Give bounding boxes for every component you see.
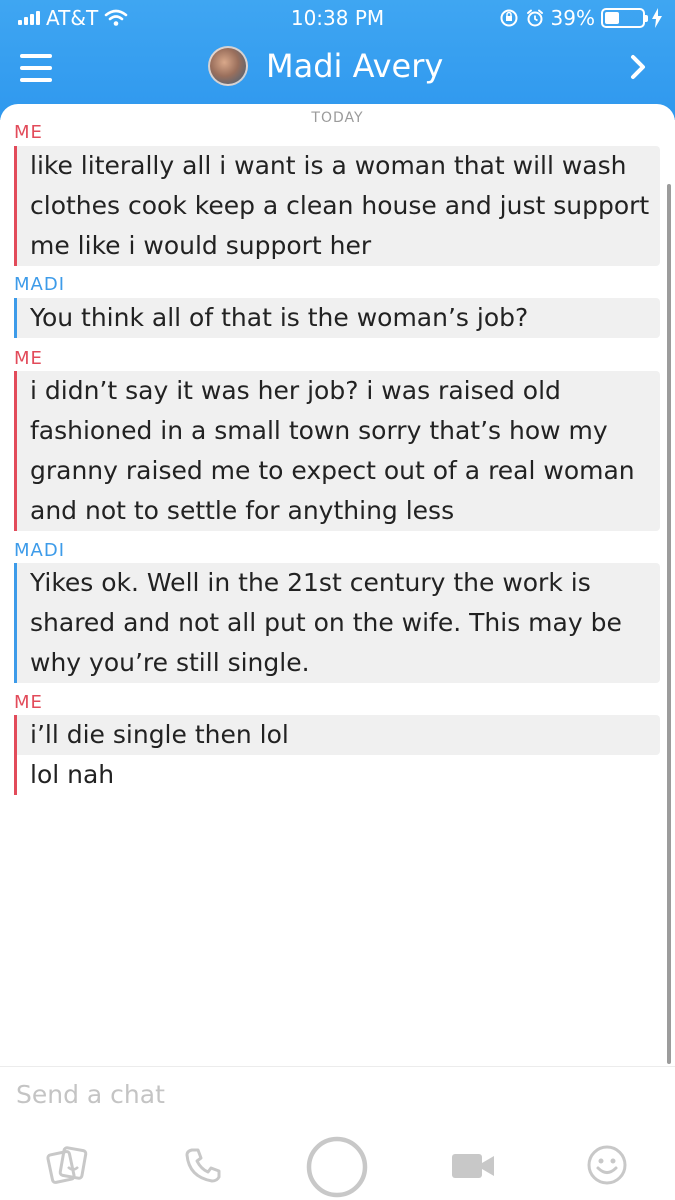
battery-percent: 39%: [550, 6, 595, 30]
battery-fill: [605, 12, 619, 24]
status-right: 39%: [499, 6, 663, 30]
camera-shutter-icon: [306, 1136, 368, 1198]
battery-icon: [601, 8, 648, 28]
chat-screen: AT&T 10:38 PM 39% Madi Avery TODAY ME li…: [0, 0, 675, 1200]
message-line: i didn’t say it was her job? i was raise…: [30, 376, 561, 405]
chat-input[interactable]: Send a chat: [16, 1080, 616, 1109]
message-bubble[interactable]: i’ll die single then lol: [14, 715, 660, 755]
phone-icon: [185, 1148, 221, 1183]
emoji-icon: [587, 1145, 627, 1185]
sender-label: ME: [14, 692, 43, 713]
hamburger-icon[interactable]: [20, 54, 52, 82]
charging-bolt-icon: [652, 8, 662, 28]
avatar[interactable]: [208, 46, 248, 86]
message-bubble[interactable]: like literally all i want is a woman tha…: [14, 146, 660, 266]
video-call-button[interactable]: [448, 1144, 498, 1188]
chat-header: Madi Avery: [0, 40, 675, 98]
message-line: Yikes ok. Well in the 21st century the w…: [30, 568, 591, 597]
message-line: i’ll die single then lol: [30, 720, 289, 749]
message-line: granny raised me to expect out of a real…: [30, 456, 635, 485]
contact-header-button[interactable]: Madi Avery: [208, 46, 443, 86]
sticker-button[interactable]: [42, 1142, 94, 1188]
date-separator: TODAY: [311, 110, 364, 126]
message-line: and not to settle for anything less: [30, 496, 455, 525]
chat-scrollbar[interactable]: [667, 184, 671, 1064]
message-bubble[interactable]: i didn’t say it was her job? i was raise…: [14, 371, 660, 531]
sender-label: MADI: [14, 274, 66, 295]
sender-label: ME: [14, 122, 43, 143]
sender-label: ME: [14, 348, 43, 369]
orientation-lock-icon: [500, 9, 518, 27]
composer-divider: [0, 1066, 675, 1067]
alarm-icon: [526, 9, 543, 27]
message-bubble[interactable]: lol nah: [14, 755, 660, 795]
call-button[interactable]: [178, 1142, 228, 1188]
message-bubble[interactable]: Yikes ok. Well in the 21st century the w…: [14, 563, 660, 683]
sticker-icon: [46, 1146, 88, 1184]
chat-card: TODAY ME like literally all i want is a …: [0, 104, 675, 1200]
message-bubble[interactable]: You think all of that is the woman’s job…: [14, 298, 660, 338]
message-line: lol nah: [30, 760, 115, 789]
video-icon: [452, 1154, 494, 1178]
message-line: like literally all i want is a woman tha…: [30, 151, 627, 180]
status-bar: AT&T 10:38 PM 39%: [0, 0, 675, 36]
header-bar: AT&T 10:38 PM 39% Madi Avery: [0, 0, 675, 120]
message-line: why you’re still single.: [30, 648, 310, 677]
chevron-right-icon[interactable]: [623, 52, 653, 82]
shutter-button[interactable]: [304, 1134, 370, 1200]
message-line: shared and not all put on the wife. This…: [30, 608, 622, 637]
message-line: fashioned in a small town sorry that’s h…: [30, 416, 608, 445]
contact-name: Madi Avery: [266, 47, 444, 85]
bottom-action-bar: [0, 1128, 675, 1200]
emoji-button[interactable]: [584, 1142, 630, 1188]
sender-label: MADI: [14, 540, 66, 561]
message-line: me like i would support her: [30, 231, 372, 260]
message-line: clothes cook keep a clean house and just…: [30, 191, 650, 220]
message-line: You think all of that is the woman’s job…: [30, 303, 529, 332]
